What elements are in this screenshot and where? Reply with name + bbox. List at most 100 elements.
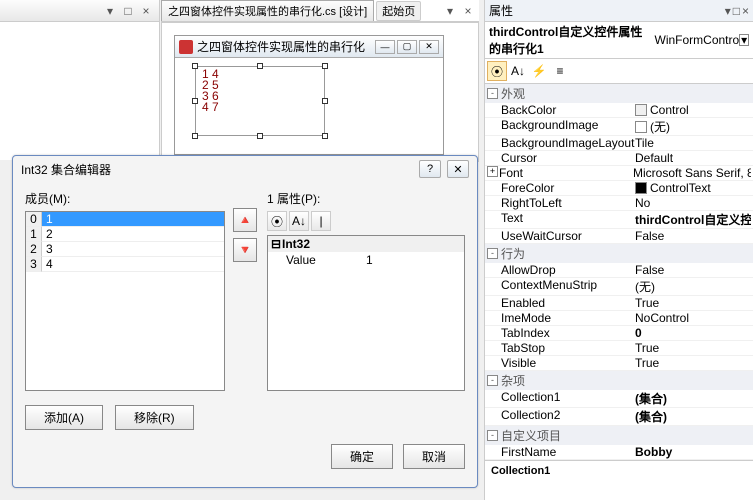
property-row[interactable]: BackgroundImageLayoutTile	[485, 136, 753, 151]
properties-list[interactable]: -外观BackColorControlBackgroundImage(无)Bac…	[485, 84, 753, 460]
form-close-button[interactable]: ✕	[419, 40, 439, 54]
resize-handle-rm[interactable]	[322, 98, 328, 104]
dialog-prop-grid[interactable]: ⊟Int32 Value 1	[267, 235, 465, 391]
expand-icon[interactable]: -	[487, 88, 498, 99]
categorized-icon[interactable]: ⦿	[267, 211, 287, 231]
property-value[interactable]: (无)	[635, 118, 751, 135]
property-row[interactable]: UseWaitCursorFalse	[485, 229, 753, 244]
custom-control[interactable]: 1 4 2 5 3 6 4 7	[195, 66, 325, 136]
property-row[interactable]: FirstNameBobby	[485, 445, 753, 460]
form-min-button[interactable]: —	[375, 40, 395, 54]
property-row[interactable]: TabIndex0	[485, 326, 753, 341]
members-list[interactable]: 01122334	[25, 211, 225, 391]
property-row[interactable]: TabStopTrue	[485, 341, 753, 356]
property-value[interactable]: (无)	[635, 278, 751, 295]
property-value[interactable]: thirdControl自定义控件属	[635, 211, 751, 228]
categorized-view-icon[interactable]: ⦿	[487, 61, 507, 81]
left-panel-close[interactable]: ×	[139, 4, 153, 18]
property-row[interactable]: EnabledTrue	[485, 296, 753, 311]
add-button[interactable]: 添加(A)	[25, 405, 103, 430]
property-value[interactable]: ControlText	[635, 181, 751, 195]
property-value[interactable]: False	[635, 263, 751, 277]
property-category[interactable]: -杂项	[485, 371, 753, 390]
property-row[interactable]: ImeModeNoControl	[485, 311, 753, 326]
form-designer[interactable]: 之四窗体控件实现属性的串行化 — ▢ ✕ 1 4 2 5 3 6 4 7	[161, 22, 479, 162]
property-value[interactable]: False	[635, 229, 751, 243]
expand-icon[interactable]: -	[487, 248, 498, 259]
property-category[interactable]: -自定义项目	[485, 426, 753, 445]
move-up-button[interactable]: 🔺	[233, 208, 257, 232]
property-row[interactable]: ForeColorControlText	[485, 181, 753, 196]
dialog-titlebar[interactable]: Int32 集合编辑器 ? ✕	[13, 156, 477, 182]
resize-handle-tm[interactable]	[257, 63, 263, 69]
dialog-help-button[interactable]: ?	[419, 160, 441, 178]
property-row[interactable]: RightToLeftNo	[485, 196, 753, 211]
form-max-button[interactable]: ▢	[397, 40, 417, 54]
properties-object-selector[interactable]: thirdControl自定义控件属性的串行化1 WinFormContro ▾	[485, 22, 753, 59]
prop-category[interactable]: ⊟Int32	[268, 236, 464, 252]
member-row[interactable]: 23	[26, 242, 224, 257]
resize-handle-lm[interactable]	[192, 98, 198, 104]
tabs-close[interactable]: ×	[461, 4, 475, 18]
properties-label: 1 属性(P):	[267, 190, 465, 207]
property-row[interactable]: BackColorControl	[485, 103, 753, 118]
move-down-button[interactable]: 🔻	[233, 238, 257, 262]
property-row[interactable]: Collection2(集合)	[485, 408, 753, 426]
ok-button[interactable]: 确定	[331, 444, 393, 469]
tabs-dropdown[interactable]: ▾	[443, 4, 457, 18]
property-row[interactable]: BackgroundImage(无)	[485, 118, 753, 136]
events-icon[interactable]: ⚡	[529, 61, 549, 81]
property-value[interactable]: No	[635, 196, 751, 210]
props-close-icon[interactable]: ×	[742, 4, 749, 18]
property-value[interactable]: True	[635, 356, 751, 370]
property-value[interactable]: 0	[635, 326, 751, 340]
property-category[interactable]: -外观	[485, 84, 753, 103]
left-panel-window[interactable]: □	[121, 4, 135, 18]
property-value[interactable]: (集合)	[635, 390, 751, 407]
resize-handle-tr[interactable]	[322, 63, 328, 69]
design-form[interactable]: 之四窗体控件实现属性的串行化 — ▢ ✕ 1 4 2 5 3 6 4 7	[174, 35, 444, 155]
property-value[interactable]: (集合)	[635, 408, 751, 425]
property-value[interactable]: Tile	[635, 136, 751, 150]
member-row[interactable]: 01	[26, 212, 224, 227]
resize-handle-bm[interactable]	[257, 133, 263, 139]
prop-value[interactable]: 1	[366, 253, 462, 267]
object-dropdown-icon[interactable]: ▾	[739, 34, 749, 46]
property-value[interactable]: Microsoft Sans Serif, 8.25	[633, 166, 751, 180]
expand-icon[interactable]: +	[487, 166, 498, 177]
resize-handle-tl[interactable]	[192, 63, 198, 69]
resize-handle-bl[interactable]	[192, 133, 198, 139]
resize-handle-br[interactable]	[322, 133, 328, 139]
property-value[interactable]: NoControl	[635, 311, 751, 325]
properties-panel-title[interactable]: 属性 ▾ □ ×	[485, 0, 753, 22]
prop-row-value[interactable]: Value 1	[268, 252, 464, 268]
member-row[interactable]: 34	[26, 257, 224, 272]
expand-icon[interactable]: -	[487, 375, 498, 386]
property-row[interactable]: CursorDefault	[485, 151, 753, 166]
expand-icon[interactable]: -	[487, 430, 498, 441]
property-row[interactable]: TextthirdControl自定义控件属	[485, 211, 753, 229]
property-row[interactable]: ContextMenuStrip(无)	[485, 278, 753, 296]
remove-button[interactable]: 移除(R)	[115, 405, 194, 430]
property-value[interactable]: True	[635, 296, 751, 310]
member-row[interactable]: 12	[26, 227, 224, 242]
alphabetical-view-icon[interactable]: A↓	[508, 61, 528, 81]
property-row[interactable]: +FontMicrosoft Sans Serif, 8.25	[485, 166, 753, 181]
tab-designer[interactable]: 之四窗体控件实现属性的串行化.cs [设计]	[161, 0, 374, 21]
props-window-icon[interactable]: □	[733, 4, 740, 18]
property-pages-icon[interactable]: ≡	[550, 61, 570, 81]
property-row[interactable]: Collection1(集合)	[485, 390, 753, 408]
property-row[interactable]: AllowDropFalse	[485, 263, 753, 278]
property-value[interactable]: Default	[635, 151, 751, 165]
tab-start-page[interactable]: 起始页	[376, 1, 421, 21]
dialog-close-button[interactable]: ✕	[447, 160, 469, 178]
alphabetical-icon[interactable]: A↓	[289, 211, 309, 231]
property-row[interactable]: VisibleTrue	[485, 356, 753, 371]
property-value[interactable]: True	[635, 341, 751, 355]
props-dropdown-icon[interactable]: ▾	[725, 4, 731, 18]
cancel-button[interactable]: 取消	[403, 444, 465, 469]
property-value[interactable]: Control	[635, 103, 751, 117]
left-panel-dropdown[interactable]: ▾	[103, 4, 117, 18]
property-value[interactable]: Bobby	[635, 445, 751, 459]
property-category[interactable]: -行为	[485, 244, 753, 263]
